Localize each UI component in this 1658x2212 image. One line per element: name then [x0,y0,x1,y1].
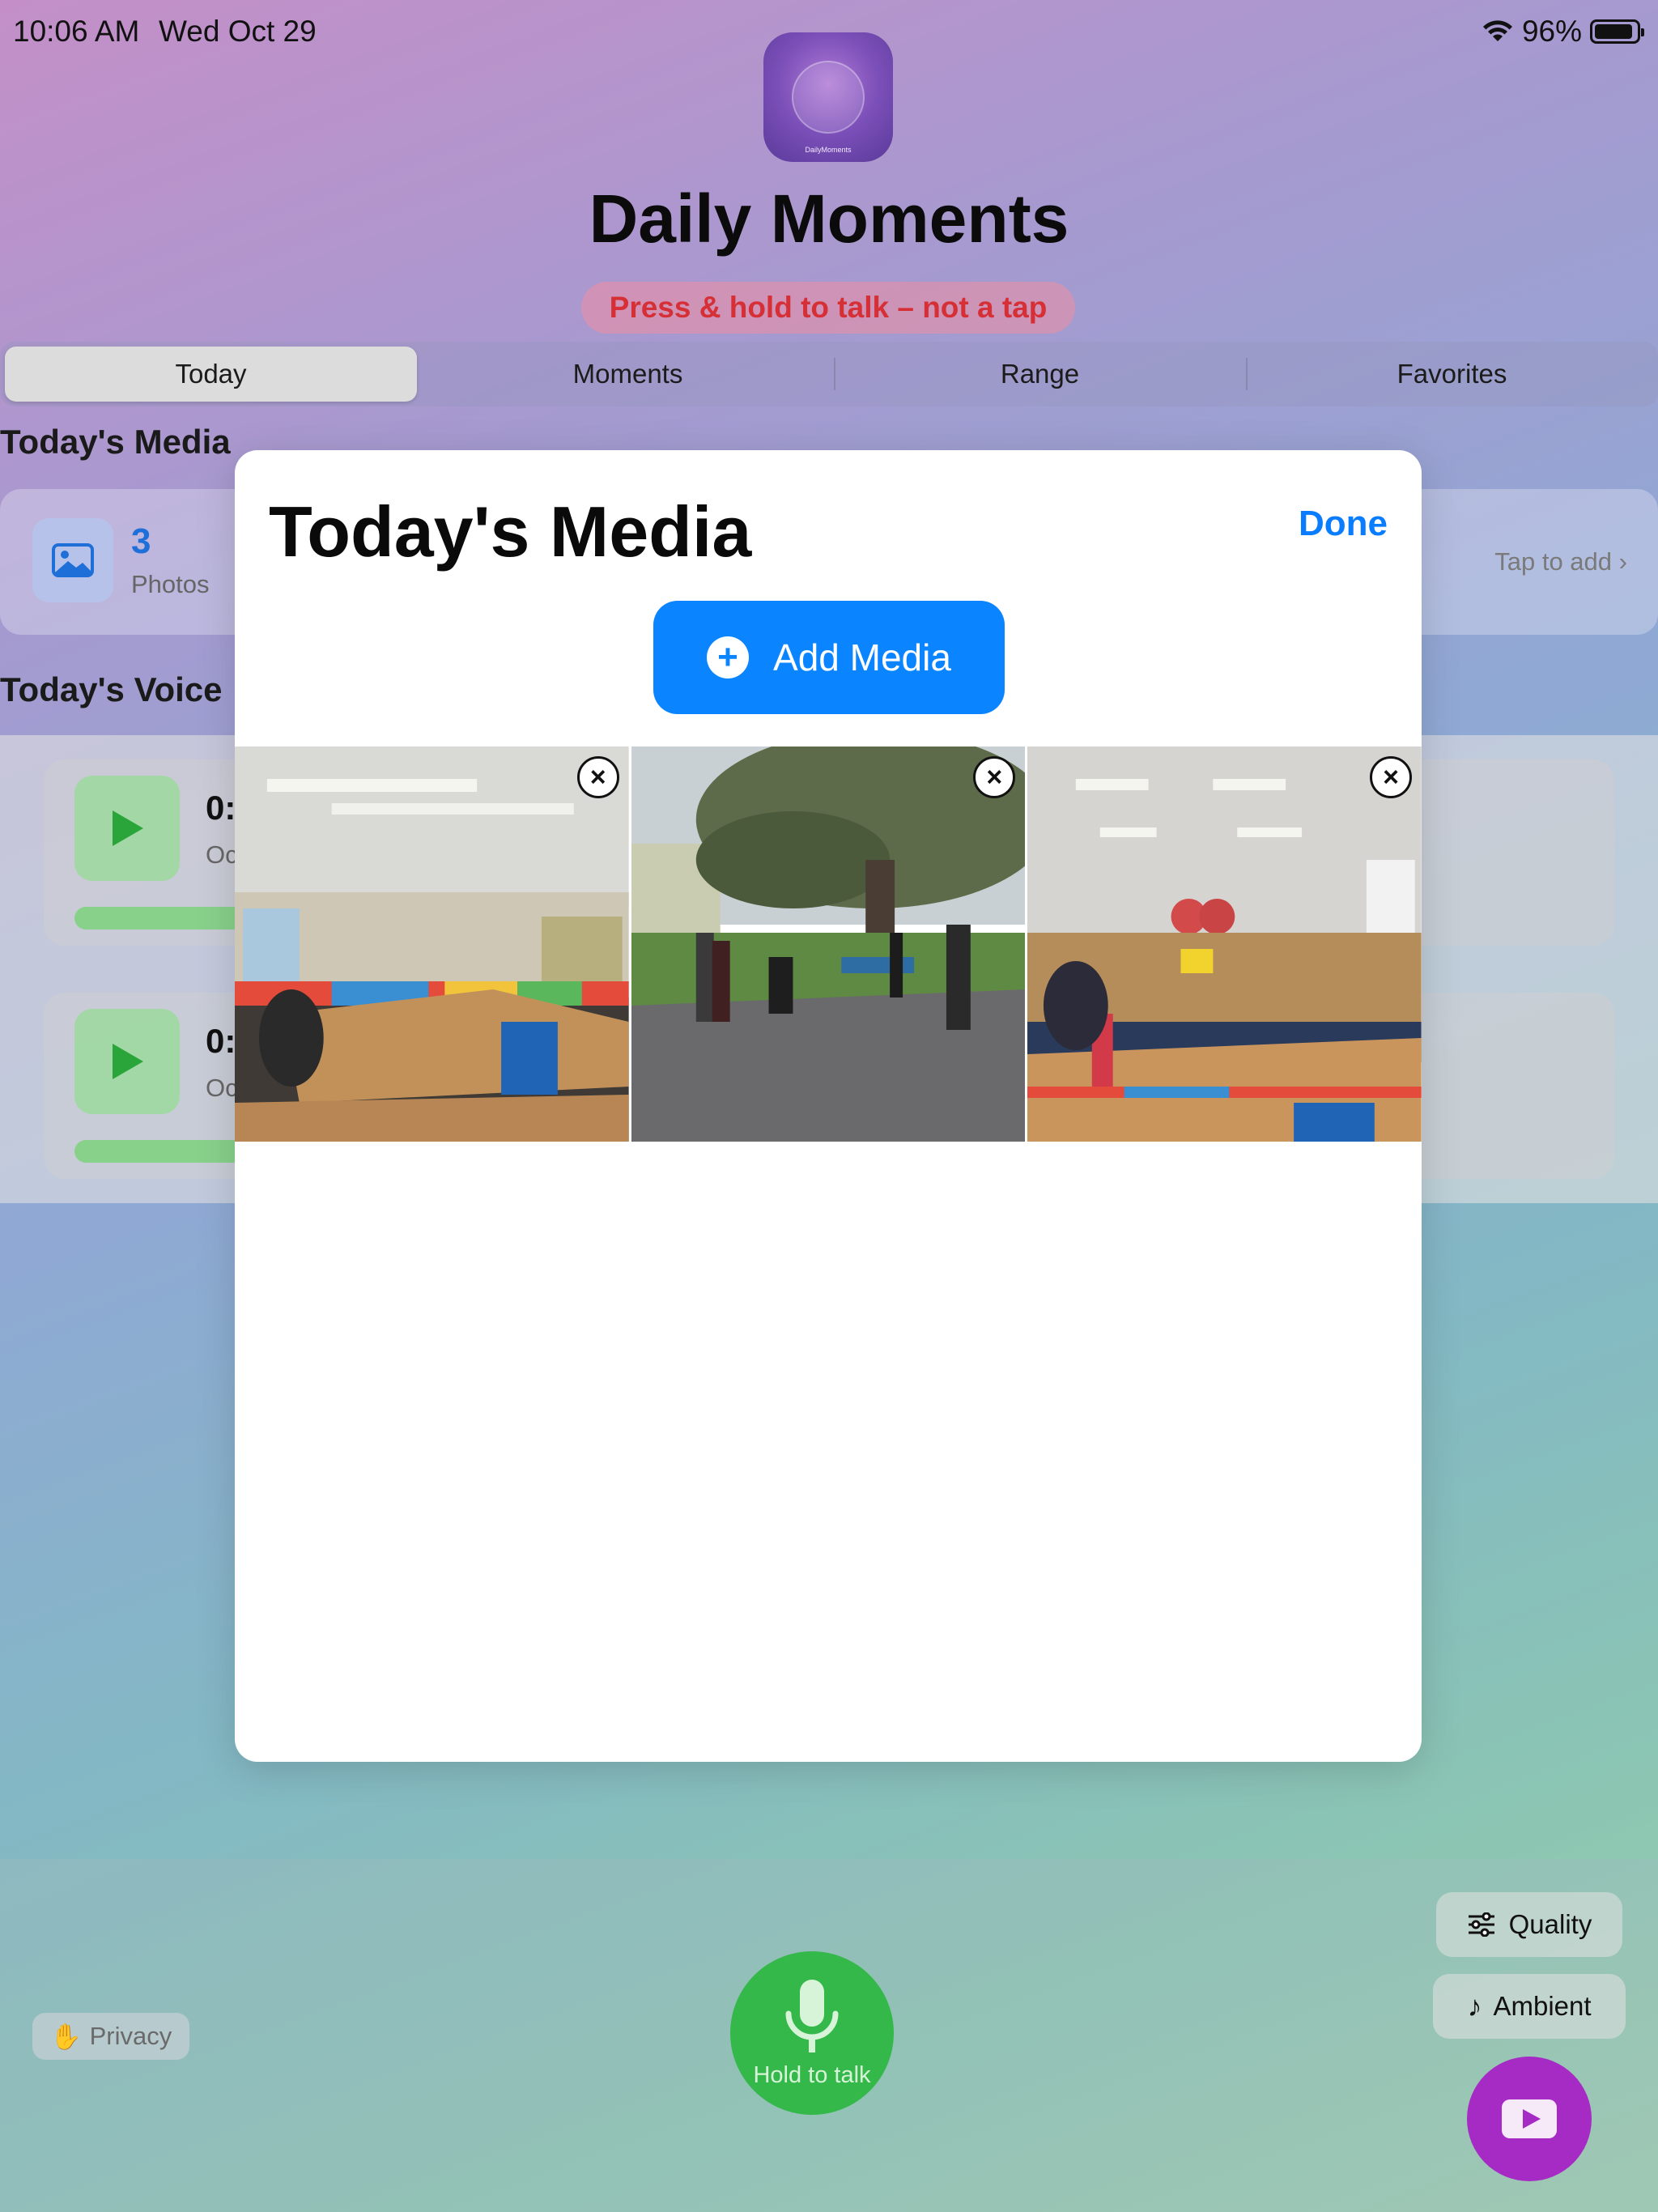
privacy-button[interactable]: ✋ Privacy [32,2013,190,2060]
classroom-photo [235,747,629,1142]
play-icon [113,810,143,846]
video-button[interactable] [1467,2057,1592,2181]
play-button[interactable] [74,1009,180,1114]
plus-circle-icon: + [707,636,750,678]
add-media-label: Add Media [773,636,951,678]
tab-today[interactable]: Today [5,347,417,402]
status-date: Wed Oct 29 [159,15,317,48]
play-button[interactable] [74,776,180,881]
status-time: 10:06 AM [13,15,140,48]
photo-thumbnail[interactable]: × [1027,747,1422,1142]
battery-icon [1590,19,1644,44]
remove-photo-button[interactable]: × [1370,756,1413,798]
hold-to-talk-label: Hold to talk [753,2061,871,2088]
voice-date: Oc [206,840,238,869]
quality-label: Quality [1508,1909,1592,1939]
play-icon [113,1044,143,1079]
hold-to-talk-hint: Press & hold to talk – not a tap [581,282,1075,334]
tab-range[interactable]: Range [834,342,1246,406]
ambient-button[interactable]: ♪ Ambient [1433,1974,1626,2039]
app-icon-text: DailyMoments [805,146,852,154]
tab-favorites[interactable]: Favorites [1246,342,1658,406]
add-media-button[interactable]: + Add Media [653,601,1005,714]
quality-button[interactable]: Quality [1436,1892,1622,1957]
tab-moments[interactable]: Moments [422,342,834,406]
outdoor-photo [631,747,1026,1142]
photo-count: 3 [131,521,151,561]
photo-thumbnail[interactable]: × [235,747,629,1142]
remove-photo-button[interactable]: × [973,756,1016,798]
photo-grid: × × × [235,747,1422,1142]
hold-to-talk-button[interactable]: Hold to talk [730,1951,894,2115]
sliders-icon [1468,1912,1494,1937]
privacy-label: Privacy [89,2022,172,2050]
chevron-right-icon: › [1618,547,1627,576]
modal-title: Today's Media [269,491,752,572]
microphone-icon [785,1979,839,2052]
photo-thumbnail[interactable]: × [631,747,1026,1142]
voice-section-title: Today's Voice [0,670,223,708]
music-note-icon: ♪ [1467,1989,1482,2023]
voice-duration: 0: [206,789,236,827]
tap-to-add-label: Tap to add [1494,547,1613,576]
app-title: Daily Moments [589,181,1069,257]
ambient-label: Ambient [1493,1991,1592,2021]
voice-progress [74,907,244,929]
app-icon: DailyMoments [763,32,893,162]
photo-count-label: Photos [131,570,210,598]
media-section-title: Today's Media [0,423,231,461]
classroom-photo [1027,747,1422,1142]
wifi-icon [1482,20,1512,41]
status-indicators: 96% [1482,15,1644,49]
done-button[interactable]: Done [1299,504,1388,544]
tab-bar: Today Moments Range Favorites [0,342,1658,406]
tap-to-add[interactable]: Tap to add › [1494,547,1627,576]
photo-icon [32,518,113,602]
battery-percent: 96% [1521,15,1582,48]
voice-date: Oc [206,1074,238,1102]
play-rectangle-icon [1502,2099,1557,2138]
media-modal: Today's Media Done + Add Media × × × [235,450,1422,1762]
voice-progress [74,1140,244,1163]
hand-icon: ✋ [50,2022,82,2051]
remove-photo-button[interactable]: × [576,756,619,798]
voice-duration: 0: [206,1022,236,1060]
